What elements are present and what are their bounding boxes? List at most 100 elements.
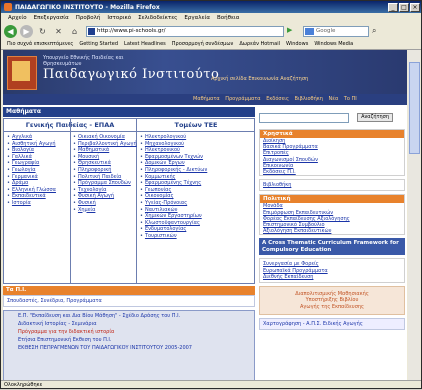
maximize-button[interactable]: □ [399,2,409,12]
site-search-input[interactable] [259,112,349,123]
tee-course-item[interactable]: Εφαρμοσμένης Τέχνης [140,180,255,187]
scrollbar-thumb[interactable] [409,62,420,154]
tee-course-item[interactable]: Ενδυματολογίας [140,226,255,233]
nav-link-programs[interactable]: Προγράμματα [225,96,260,102]
news-item[interactable]: Ε.Π. "Εκπαίδευση και Δια Βίου Μάθηση" - … [4,313,254,319]
back-arrow-icon: ◀ [7,26,14,36]
course-item[interactable]: Γεωγραφία [7,160,70,167]
news-item[interactable]: Ετήσια Επιστημονική Εκθεση του Π.Ι. [4,337,254,343]
bookmark-getting-started[interactable]: Getting Started [79,41,118,47]
bookmark-most-visited[interactable]: Πιο συχνά επισκεπτόμενες [7,41,73,47]
tee-course-item[interactable]: Πληροφορικής - Δικτύων [140,167,255,174]
news-item-text: Ετήσια Επιστημονική Εκθεση του Π.Ι. [18,337,112,343]
url-bar[interactable]: http://www.pi-schools.gr/ [86,25,284,37]
vertical-scrollbar[interactable] [408,50,420,380]
bookmark-free-hotmail[interactable]: Δωρεάν Hotmail [239,41,280,47]
search-magnifier-icon[interactable]: ⌕ [372,26,376,36]
bookmark-customize-links[interactable]: Προσαρμογή συνδέσμων [172,41,234,47]
menu-view[interactable]: Προβολή [76,15,101,21]
minimize-button[interactable]: _ [388,2,398,12]
navigation-toolbar: ◀ ▶ ↻ ✕ ⌂ http://www.pi-schools.gr/ ▶ Go… [1,23,421,39]
course-item[interactable]: Ιστορία [7,200,70,207]
tee-course-item[interactable]: Δομικών Έργων [140,160,255,167]
sidebar-link[interactable]: Εκδόσεις Π.Ι. [260,169,404,175]
forward-arrow-icon: ▶ [23,26,30,36]
bookmark-windows[interactable]: Windows [286,41,308,47]
tee-course-item[interactable]: Οικονομίας [140,193,255,200]
right-column: Αναζήτηση Χρηστικά Διοίκηση Βασικά Προγρά… [259,107,405,331]
banner-subtitle: Υπουργείο Εθνικής Παιδείας και Θρησκευμά… [43,55,124,67]
course-item[interactable]: Φυσική [73,200,136,207]
menu-tools[interactable]: Εργαλεία [184,15,210,21]
course-item[interactable]: Γεωλογία [7,167,70,174]
pi-section-links[interactable]: Σπουδαστές, Συνέδρια, Προγράμματα [3,295,255,307]
cooperation-box: Συνεργασία με Φορείς Ευρωπαϊκά Προγράμματ… [259,258,405,284]
banner-top-links[interactable]: Αρχική σελίδα Επικοινωνία Αναζήτηση [211,76,308,82]
menu-bar: Αρχείο Επεξεργασία Προβολή Ιστορικό Σελι… [1,13,421,23]
close-button[interactable]: × [410,2,420,12]
courses-header: Μαθήματα [3,107,255,117]
home-button[interactable]: ⌂ [68,25,81,38]
forward-button[interactable]: ▶ [20,24,33,38]
tee-course-item[interactable]: Υγείας-Πρόνοιας [140,200,255,207]
course-item[interactable]: Βιολογία [7,147,70,154]
nav-link-publications[interactable]: Εκδόσεις [266,96,289,102]
go-icon[interactable]: ▶ [287,26,297,37]
news-item-text: Διδακτική Ιστορίας - Σεμινάρια [18,321,97,327]
news-item[interactable]: Πρόγραμμα για την διδακτική ιστορία [4,329,254,335]
course-item[interactable]: Θρησκευτικά [73,160,136,167]
tee-course-item[interactable]: Τουριστικών [140,233,255,240]
institute-logo-icon[interactable] [7,56,37,90]
stop-button[interactable]: ✕ [52,25,65,38]
library-link[interactable]: Βιβλιοθήκη [260,180,404,190]
course-item[interactable]: Πληροφορική [73,167,136,174]
news-item[interactable]: Διδακτική Ιστορίας - Σεμινάρια [4,321,254,327]
courses-col-1: . ΑγγλικάΑισθητική ΑγωγήΒιολογίαΓαλλικάΓ… [4,119,71,283]
search-box[interactable]: Google [303,25,369,37]
menu-edit[interactable]: Επεξεργασία [34,15,69,21]
sidebar-link[interactable]: Αξιολόγηση Εκπαιδευτικών [260,228,404,234]
cross-thematic-banner[interactable]: A Cross Thematic Curriculum Framework fo… [259,238,405,256]
site-favicon-icon [88,27,95,35]
nav-link-library[interactable]: Βιβλιοθήκη [295,96,323,102]
useful-header: Χρηστικά [260,130,404,138]
course-item[interactable]: Χημεία [73,207,136,214]
tee-course-item[interactable]: Ηλεκτρολογικού [140,134,255,141]
course-item[interactable]: Οικιακή Οικονομία [73,134,136,141]
pi-section-bar: Τα Π.Ι. [3,286,255,295]
site-nav-strip: Μαθήματα Προγράμματα Εκδόσεις Βιβλιοθήκη… [3,94,407,105]
course-item[interactable]: Δράμα [7,180,70,187]
stop-icon: ✕ [55,26,62,36]
menu-bookmarks[interactable]: Σελιδοδείκτες [138,15,177,21]
site-search-button[interactable]: Αναζήτηση [357,113,394,122]
sidebar-link[interactable]: Διεθνής Εκπαίδευση [260,274,404,280]
news-item[interactable]: ΕΚΘΕΣΗ ΠΕΠΡΑΓΜΕΝΩΝ ΤΟΥ ΠΑΙΔΑΓΩΓΙΚΟΥ ΙΝΣΤ… [4,345,254,351]
menu-history[interactable]: Ιστορικό [107,15,131,21]
site-title: Παιδαγωγικό Ινστιτούτο [43,67,220,82]
url-text: http://www.pi-schools.gr/ [97,27,166,34]
bookmark-windows-media[interactable]: Windows Media [314,41,353,47]
policy-box: Πολιτική Μονάδα Επιμόρφωση Εκπαιδευτικών Φ… [259,194,405,236]
course-item[interactable]: Φυσική Αγωγή [73,193,136,200]
intercultural-box[interactable]: Διαπολιτισμικής Μαθησιακής Υποστήριξης Β… [259,286,405,315]
course-item[interactable]: Εκπαιδευτικά [7,193,70,200]
course-list-1: ΑγγλικάΑισθητική ΑγωγήΒιολογίαΓαλλικάΓεω… [4,132,70,207]
reload-icon: ↻ [39,26,46,36]
course-item[interactable]: Πρόγραμμα Σπουδών [73,180,136,187]
nav-link-courses[interactable]: Μαθήματα [193,96,220,102]
reload-button[interactable]: ↻ [36,25,49,38]
mapping-box[interactable]: Χαρτογράφηση - Α.Π.Σ. Ειδικής Αγωγής [259,317,405,331]
tee-course-item[interactable]: Ηλεκτρονικού [140,147,255,154]
menu-file[interactable]: Αρχείο [8,15,27,21]
courses-col-3: Τομέων ΤΕΕ ΗλεκτρολογικούΜηχανολογικούΗλ… [137,119,255,283]
nav-link-about[interactable]: Το ΠΙ [344,96,357,102]
course-list-3: ΗλεκτρολογικούΜηχανολογικούΗλεκτρονικούΕ… [137,132,255,240]
back-button[interactable]: ◀ [4,24,17,38]
course-item[interactable]: Μαθηματικά [73,147,136,154]
menu-help[interactable]: Βοήθεια [217,15,239,21]
bookmark-latest-headlines[interactable]: Latest Headlines [124,41,166,47]
tee-course-item[interactable]: Χημικών Εργαστηρίων [140,213,255,220]
course-item[interactable]: Αγγλικά [7,134,70,141]
courses-lists: Γενικής Παιδείας - ΕΠΑΑ . ΑγγλικάΑισθητι… [3,118,255,284]
nav-link-news[interactable]: Νέα [329,96,339,102]
